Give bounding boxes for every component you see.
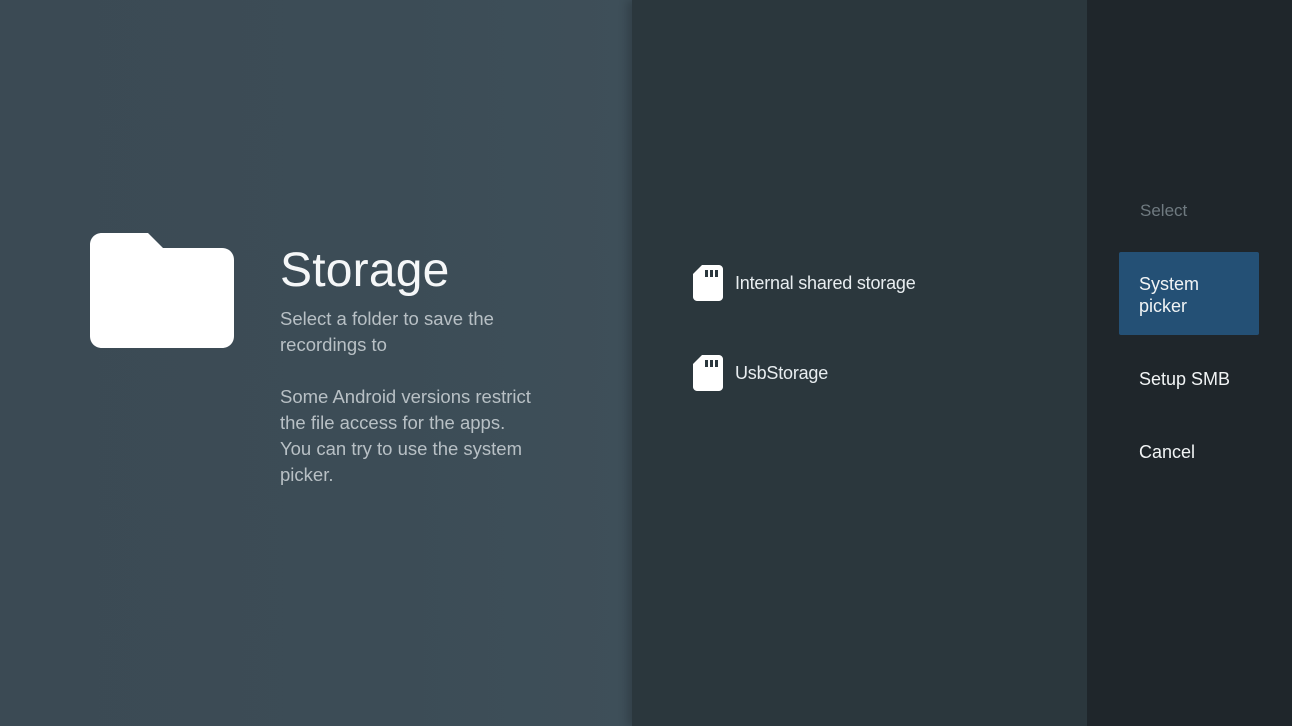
actions-header: Select [1140, 201, 1188, 220]
actions-pane: Select System picker Setup SMB Cancel [1087, 0, 1292, 726]
storage-list: Internal shared storage UsbStorage [693, 264, 1053, 444]
system-picker-button[interactable]: System picker [1119, 252, 1259, 335]
sd-card-icon [693, 265, 723, 301]
cancel-button[interactable]: Cancel [1119, 441, 1259, 465]
guidance-pane: Storage Select a folder to save the reco… [0, 0, 632, 726]
storage-selection-screen: Storage Select a folder to save the reco… [0, 0, 1292, 726]
storage-item-internal-shared-storage[interactable]: Internal shared storage [693, 264, 1053, 302]
setup-smb-button[interactable]: Setup SMB [1119, 368, 1259, 392]
storage-item-usb-storage[interactable]: UsbStorage [693, 354, 1053, 392]
guidance-text: Storage Select a folder to save the reco… [280, 243, 610, 488]
storage-options-pane: Internal shared storage UsbStorage [632, 0, 1087, 726]
sd-card-icon [693, 355, 723, 391]
page-title: Storage [280, 244, 450, 297]
guidance-description: Select a folder to save the recordings t… [280, 308, 494, 355]
folder-icon [90, 233, 234, 348]
storage-item-label: Internal shared storage [735, 273, 916, 293]
android-access-note: Some Android versions restrict the file … [280, 386, 531, 485]
storage-item-label: UsbStorage [735, 363, 829, 383]
